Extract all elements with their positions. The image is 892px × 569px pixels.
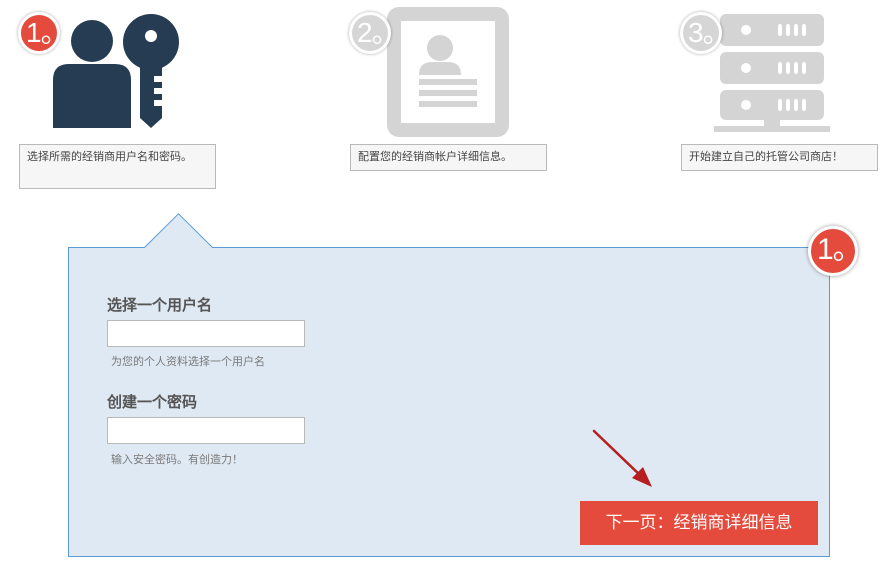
step-2-caption: 配置您的经销商帐户详细信息。: [350, 144, 547, 171]
panel-step-badge: 1。: [808, 226, 863, 276]
username-label: 选择一个用户名: [107, 296, 213, 314]
arrow-pointer-icon: [592, 429, 652, 487]
password-hint: 输入安全密码。有创造力！: [111, 453, 243, 466]
step-2-number-badge: 2。: [349, 12, 400, 54]
user-key-icon: [53, 14, 179, 128]
next-reseller-details-button[interactable]: 下一页：经销商详细信息: [580, 501, 818, 545]
password-label: 创建一个密码: [107, 393, 198, 411]
username-input[interactable]: [107, 320, 305, 347]
reseller-signup-page: 1。 选择所需的经销商用户名和密码。 2。 配置您的经销商帐户详细信息。 3。 …: [0, 0, 892, 569]
password-input[interactable]: [107, 417, 305, 444]
step-1-caption: 选择所需的经销商用户名和密码。: [19, 144, 216, 189]
step-1-number-badge: 1。: [18, 12, 69, 54]
step-3-number-badge: 3。: [680, 12, 731, 54]
username-hint: 为您的个人资料选择一个用户名: [111, 355, 265, 368]
step-3-caption: 开始建立自己的托管公司商店！: [681, 144, 878, 171]
server-rack-icon: [714, 14, 830, 132]
profile-document-icon: [387, 7, 509, 137]
